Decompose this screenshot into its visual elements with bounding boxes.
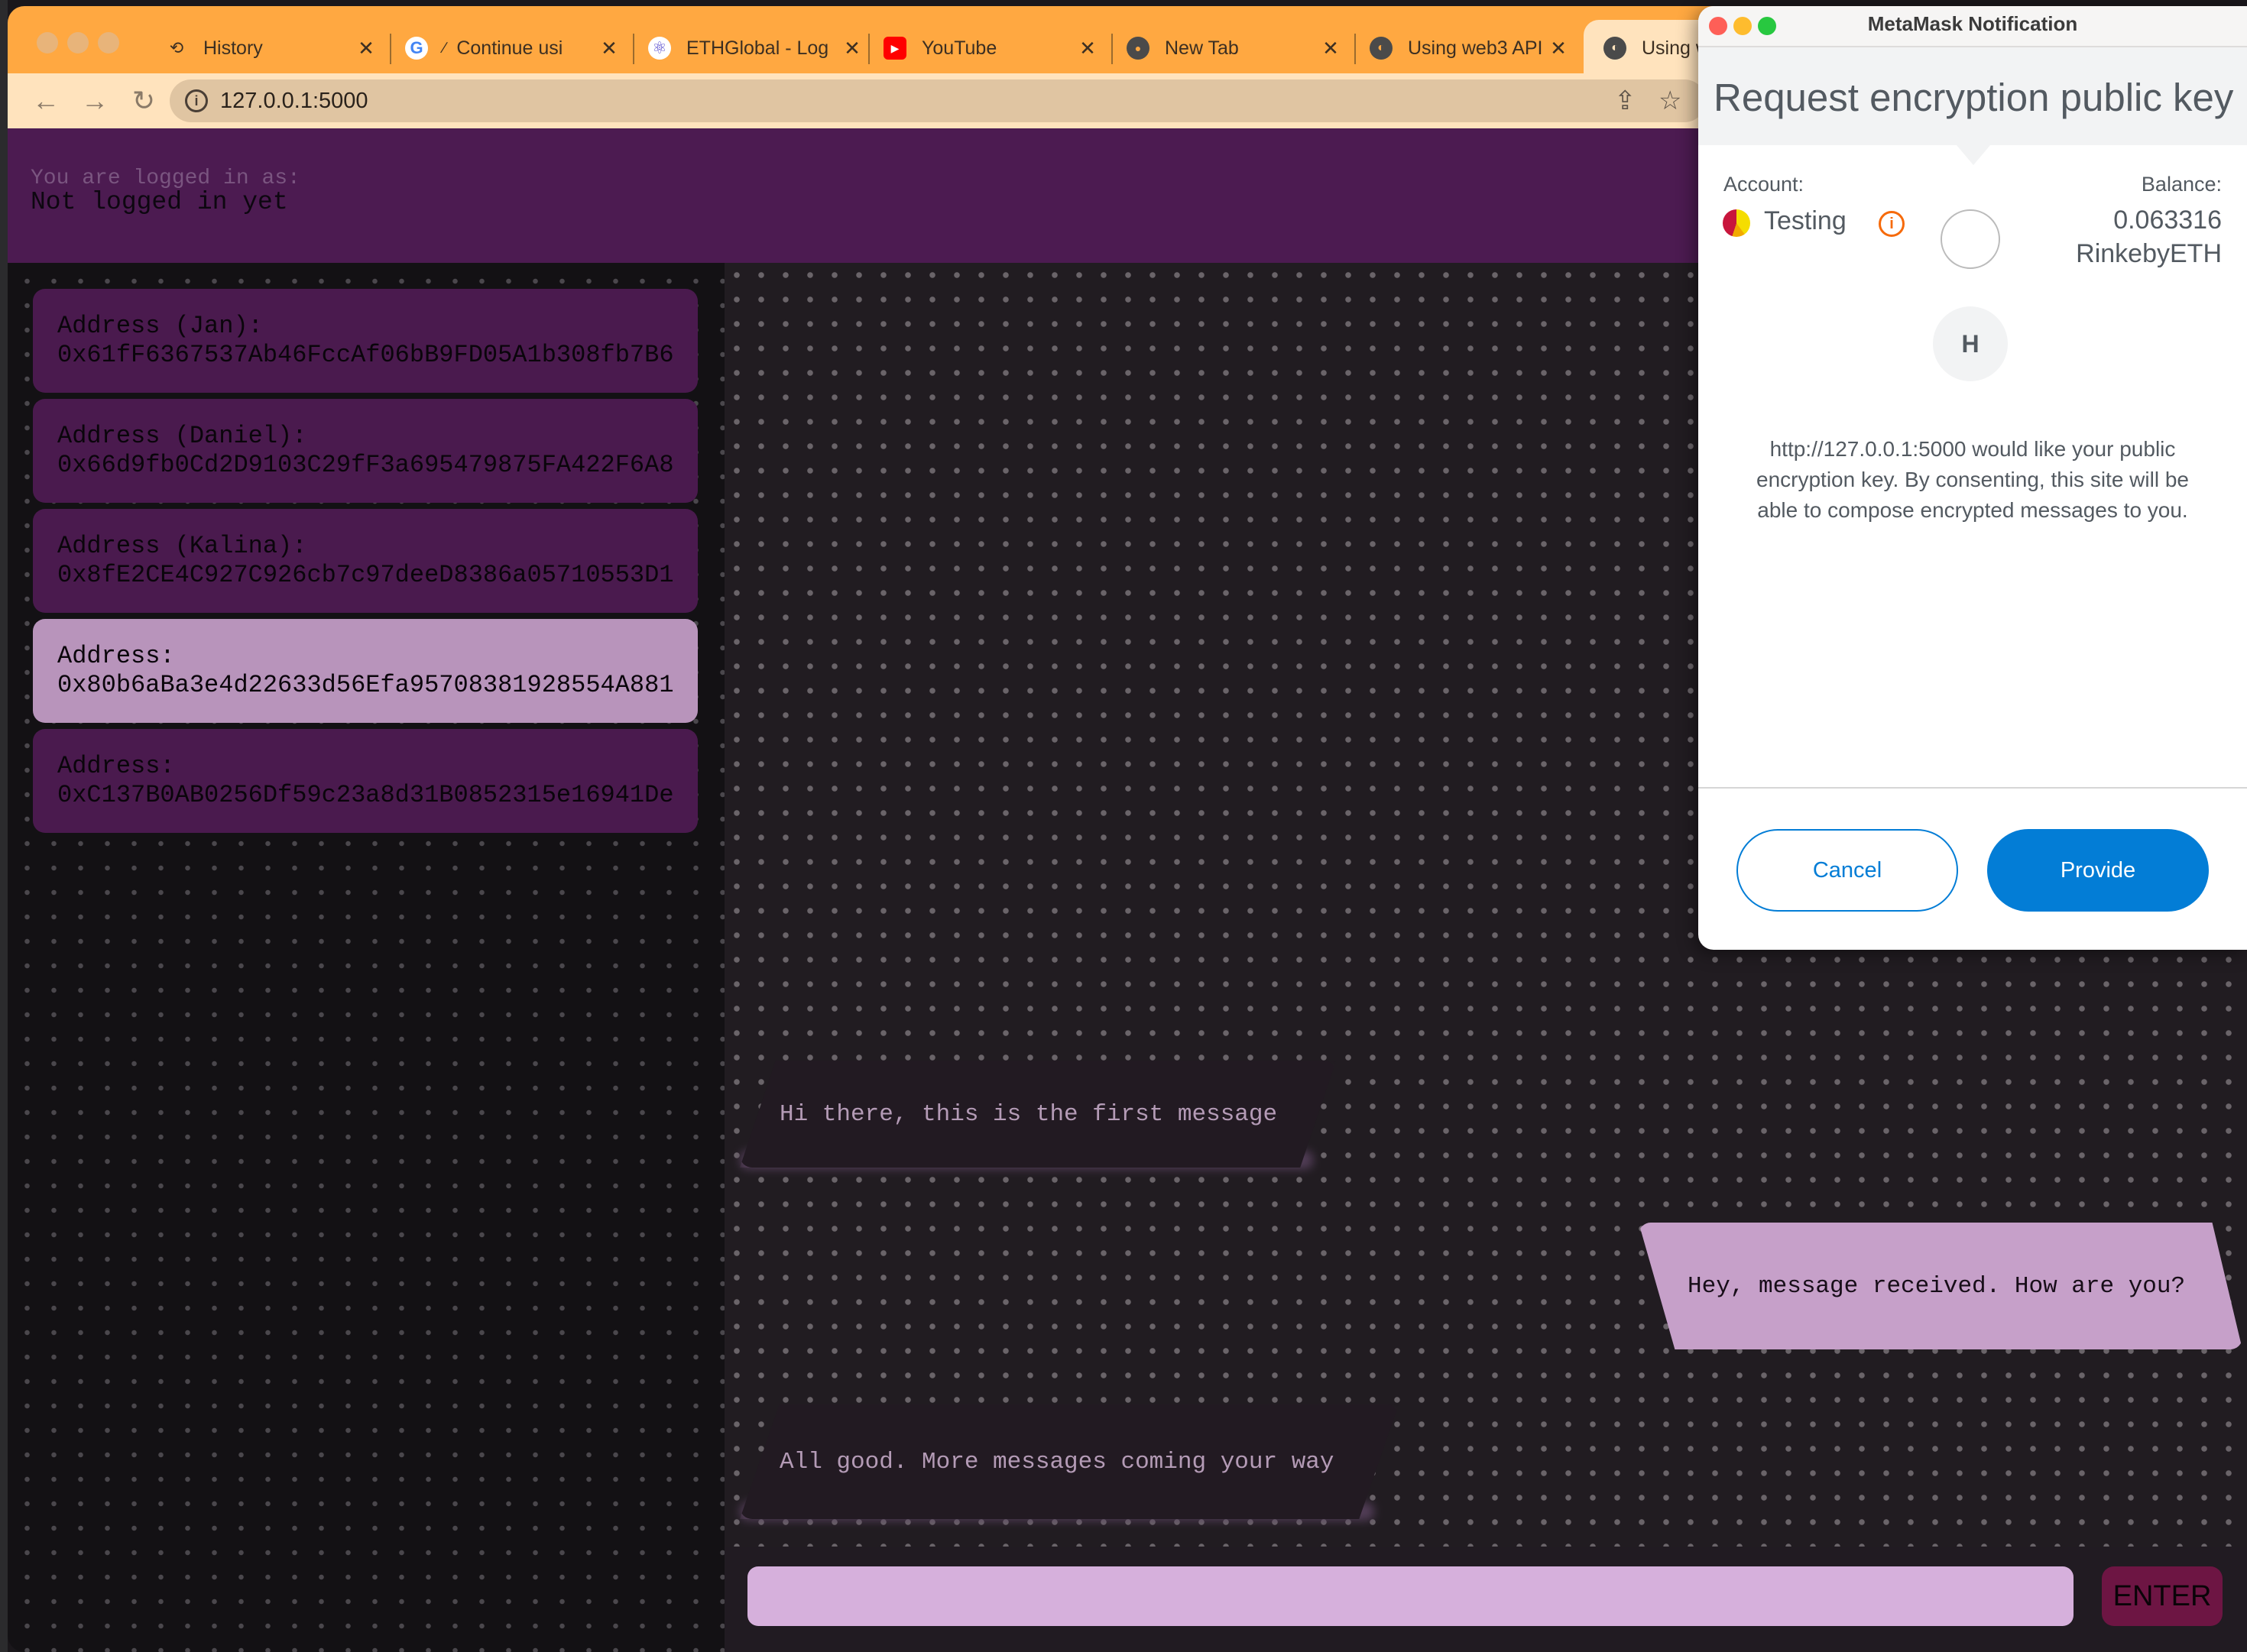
login-status-value: Not logged in yet bbox=[31, 188, 288, 216]
window-zoom-button[interactable] bbox=[98, 32, 119, 53]
provide-button[interactable]: Provide bbox=[1987, 829, 2209, 912]
request-description: http://127.0.0.1:5000 would like your pu… bbox=[1756, 437, 2189, 522]
tab-separator bbox=[1354, 34, 1356, 64]
tab-separator bbox=[390, 34, 391, 64]
site-info-icon[interactable]: i bbox=[185, 89, 208, 112]
address-label: Address (Daniel): bbox=[57, 422, 307, 450]
account-label: Account: bbox=[1723, 173, 1804, 196]
address-card-selected[interactable]: Address: 0x80b6aBa3e4d22633d56Efa9570838… bbox=[33, 619, 698, 723]
balance-unit: RinkebyETH bbox=[2076, 239, 2222, 268]
tab-close-icon[interactable]: ✕ bbox=[355, 37, 378, 60]
account-identicon-icon bbox=[1723, 209, 1750, 237]
message-outgoing: Hey, message received. How are you? bbox=[1639, 1223, 2242, 1349]
youtube-icon: ▶ bbox=[884, 37, 906, 60]
address-label: Address (Jan): bbox=[57, 312, 263, 340]
tab-history[interactable]: ⟲ History ✕ bbox=[165, 17, 378, 79]
info-icon[interactable]: i bbox=[1879, 211, 1905, 237]
address-card[interactable]: Address (Kalina): 0x8fE2CE4C927C926cb7c9… bbox=[33, 509, 698, 613]
message-incoming: All good. More messages coming your way bbox=[740, 1404, 1399, 1519]
tab-new-tab[interactable]: ● New Tab ✕ bbox=[1127, 17, 1342, 79]
forward-button[interactable]: → bbox=[76, 79, 113, 122]
history-icon: ⟲ bbox=[169, 38, 184, 57]
url-text: 127.0.0.1:5000 bbox=[220, 88, 368, 113]
tab-using-web3-api[interactable]: ◐ Using web3 API ✕ bbox=[1370, 17, 1570, 79]
request-heading: Request encryption public key bbox=[1714, 76, 2234, 119]
globe-icon: ◐ bbox=[1370, 37, 1393, 60]
login-status-label: You are logged in as: bbox=[31, 167, 300, 190]
tab-close-icon[interactable]: ✕ bbox=[1319, 37, 1342, 60]
window-close-button[interactable] bbox=[37, 32, 58, 53]
google-icon: G bbox=[405, 37, 428, 60]
edit-icon: ∕ bbox=[443, 39, 446, 57]
ethglobal-icon: ⚛ bbox=[648, 37, 671, 60]
message-incoming: Hi there, this is the first message bbox=[740, 1061, 1336, 1168]
tab-close-icon[interactable]: ✕ bbox=[841, 37, 864, 60]
back-button[interactable]: ← bbox=[28, 79, 64, 122]
footer-divider bbox=[1698, 787, 2247, 789]
request-header: Request encryption public key bbox=[1698, 47, 2247, 145]
tab-ethglobal[interactable]: ⚛ ETHGlobal - Log ✕ bbox=[648, 17, 864, 79]
message-input[interactable] bbox=[747, 1566, 2074, 1626]
enter-button[interactable]: ENTER bbox=[2102, 1566, 2223, 1626]
address-card[interactable]: Address (Daniel): 0x66d9fb0Cd2D9103C29fF… bbox=[33, 399, 698, 503]
connection-circle-icon bbox=[1941, 209, 2000, 269]
address-value: 0x80b6aBa3e4d22633d56Efa95708381928554A8… bbox=[57, 671, 674, 699]
reload-button[interactable]: ↻ bbox=[125, 79, 162, 122]
address-card[interactable]: Address: 0xC137B0AB0256Df59c23a8d31B0852… bbox=[33, 729, 698, 833]
address-label: Address: bbox=[57, 752, 175, 780]
desktop-background bbox=[0, 0, 8, 1652]
metamask-popup: MetaMask Notification Request encryption… bbox=[1698, 6, 2247, 950]
share-icon[interactable]: ⇪ bbox=[1614, 86, 1636, 116]
site-icon: H bbox=[1933, 306, 2008, 381]
popup-title: MetaMask Notification bbox=[1867, 12, 2078, 35]
cancel-button[interactable]: Cancel bbox=[1736, 829, 1958, 912]
tab-close-icon[interactable]: ✕ bbox=[1076, 37, 1099, 60]
bookmark-star-icon[interactable]: ☆ bbox=[1658, 86, 1681, 116]
tab-close-icon[interactable]: ✕ bbox=[1547, 37, 1570, 60]
tab-separator bbox=[1111, 34, 1113, 64]
address-value: 0x66d9fb0Cd2D9103C29fF3a695479875FA422F6… bbox=[57, 451, 674, 479]
contacts-sidebar: Address (Jan): 0x61fF6367537Ab46FccAf06b… bbox=[8, 263, 725, 1652]
tab-separator bbox=[633, 34, 634, 64]
message-text: Hey, message received. How are you? bbox=[1688, 1272, 2186, 1300]
address-card[interactable]: Address (Jan): 0x61fF6367537Ab46FccAf06b… bbox=[33, 289, 698, 393]
globe-icon: ◐ bbox=[1603, 37, 1626, 60]
tab-close-icon[interactable]: ✕ bbox=[598, 37, 621, 60]
window-minimize-button[interactable] bbox=[67, 32, 89, 53]
address-value: 0x8fE2CE4C927C926cb7c97deeD8386a05710553… bbox=[57, 561, 674, 589]
address-label: Address (Kalina): bbox=[57, 532, 307, 560]
balance-label: Balance: bbox=[2141, 173, 2222, 196]
chrome-icon: ● bbox=[1127, 37, 1149, 60]
balance-value: 0.063316 RinkebyETH bbox=[2076, 203, 2222, 270]
address-label: Address: bbox=[57, 642, 175, 670]
tab-youtube[interactable]: ▶ YouTube ✕ bbox=[884, 17, 1099, 79]
balance-amount: 0.063316 bbox=[2113, 206, 2222, 235]
address-value: 0xC137B0AB0256Df59c23a8d31B0852315e16941… bbox=[57, 781, 674, 809]
tab-separator bbox=[868, 34, 870, 64]
account-name: Testing bbox=[1764, 206, 1847, 235]
address-value: 0x61fF6367537Ab46FccAf06bB9FD05A1b308fb7… bbox=[57, 341, 674, 369]
tab-continue[interactable]: G ∕ Continue usi ✕ bbox=[405, 17, 621, 79]
message-text: Hi there, this is the first message bbox=[780, 1100, 1278, 1128]
address-bar[interactable]: i 127.0.0.1:5000 ⇪ ☆ bbox=[170, 79, 1706, 122]
header-caret bbox=[1957, 145, 1990, 165]
popup-titlebar: MetaMask Notification bbox=[1698, 6, 2247, 47]
message-text: All good. More messages coming your way bbox=[780, 1448, 1334, 1475]
